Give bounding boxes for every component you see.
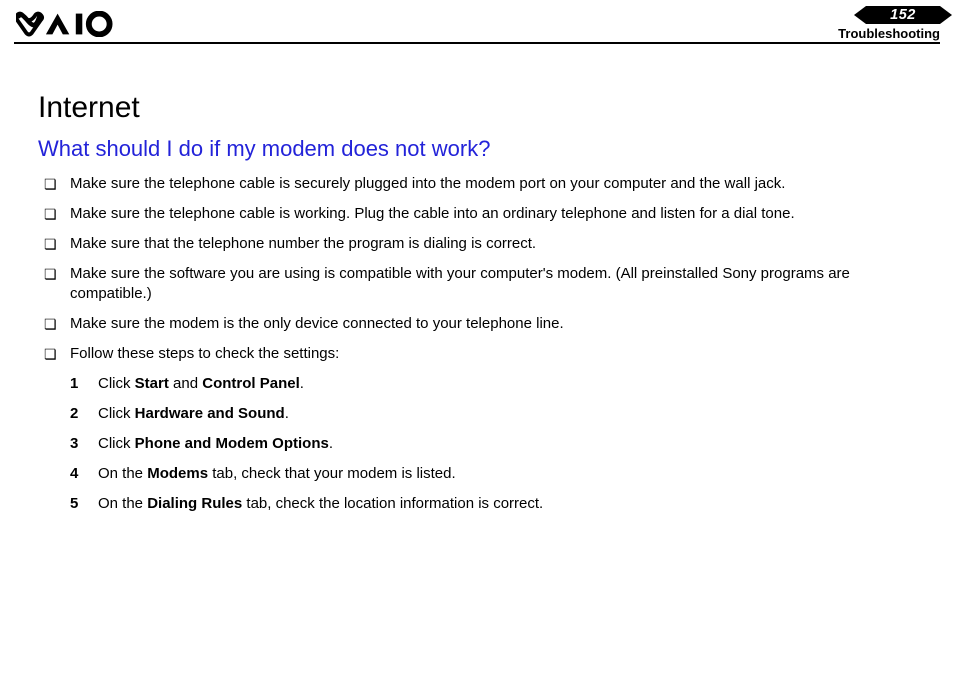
header-rule [14, 42, 940, 44]
list-item: Follow these steps to check the settings… [38, 344, 928, 364]
step-item: Click Start and Control Panel. [98, 374, 928, 394]
page-indicator: 152 [866, 6, 940, 24]
step-item: Click Hardware and Sound. [98, 404, 928, 424]
prev-page-arrow[interactable] [854, 6, 866, 24]
page-number: 152 [866, 6, 940, 24]
step-item: On the Dialing Rules tab, check the loca… [98, 494, 928, 514]
next-page-arrow[interactable] [940, 6, 952, 24]
page-title: Internet [38, 90, 928, 126]
list-item: Make sure the software you are using is … [38, 264, 928, 304]
list-item: Make sure the telephone cable is working… [38, 204, 928, 224]
list-item: Make sure that the telephone number the … [38, 234, 928, 254]
page-subtitle: What should I do if my modem does not wo… [38, 136, 928, 162]
step-item: Click Phone and Modem Options. [98, 434, 928, 454]
section-label: Troubleshooting [838, 26, 940, 41]
step-item: On the Modems tab, check that your modem… [98, 464, 928, 484]
list-item: Make sure the telephone cable is securel… [38, 174, 928, 194]
list-item: Make sure the modem is the only device c… [38, 314, 928, 334]
vaio-logo [16, 11, 120, 37]
